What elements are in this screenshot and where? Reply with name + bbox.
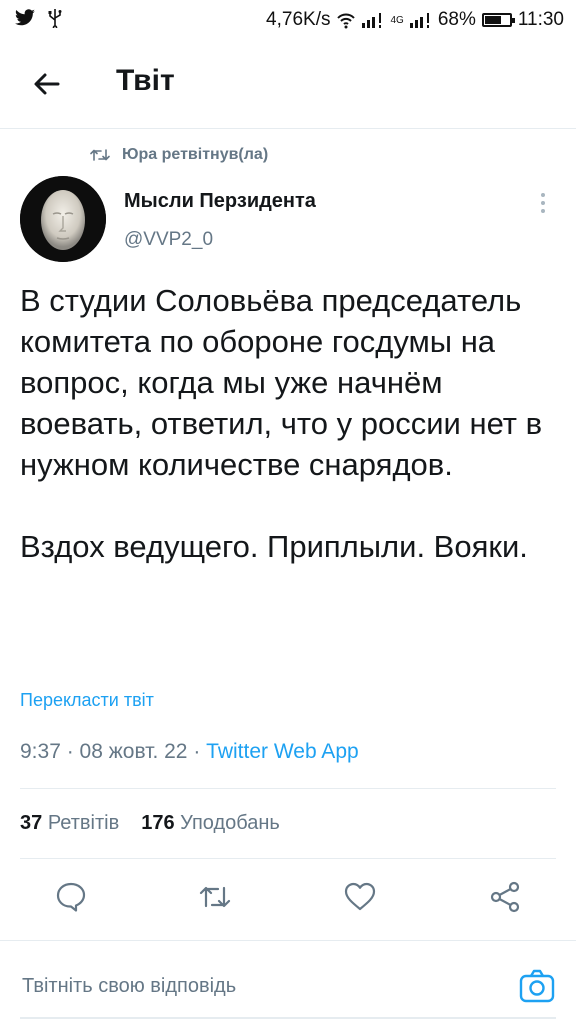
tweet-stats: 37 Ретвітів 176 Уподобань [20, 812, 280, 835]
status-right: 4,76K/s 4G 68% 11:30 [266, 9, 564, 31]
author-handle[interactable]: @VVP2_0 [124, 229, 213, 251]
likes-label: Уподобань [180, 812, 280, 834]
retweet-action-icon[interactable] [198, 880, 232, 914]
page-title: Твіт [116, 64, 175, 97]
network-type: 4G [390, 14, 404, 26]
divider [20, 788, 556, 789]
wifi-icon [337, 13, 356, 29]
like-heart-icon[interactable] [343, 880, 377, 914]
tweet-text: В студии Соловьёва председатель комитета… [20, 283, 543, 564]
retweet-icon [90, 149, 110, 161]
retweets-stat[interactable]: 37 Ретвітів [20, 812, 119, 835]
retweets-label: Ретвітів [47, 812, 120, 834]
clock: 11:30 [517, 9, 564, 30]
author-name[interactable]: Мысли Перзидента [124, 190, 316, 213]
signal-icon [362, 13, 382, 28]
battery-percent: 68% [437, 9, 476, 30]
tweet-meta: 9:37 · 08 жовт. 22 · Twitter Web App [20, 740, 359, 764]
tweet-source-link[interactable]: Twitter Web App [206, 740, 359, 763]
network-speed: 4,76K/s [266, 9, 331, 30]
avatar-mask-image [20, 176, 106, 262]
reply-composer: Твітніть свою відповідь [0, 940, 576, 1025]
status-left-icons [14, 8, 62, 28]
reply-underline [20, 1017, 556, 1019]
more-options-icon[interactable] [538, 193, 548, 215]
back-arrow-icon[interactable] [30, 67, 64, 101]
reply-icon[interactable] [54, 880, 88, 914]
retweets-count: 37 [20, 812, 43, 834]
meta-separator-2: · [187, 740, 207, 763]
reply-input[interactable]: Твітніть свою відповідь [22, 975, 236, 998]
share-icon[interactable] [488, 880, 522, 914]
status-bar: 4,76K/s 4G 68% 11:30 [0, 0, 576, 40]
tweet-actions [0, 880, 576, 920]
top-app-bar: Твіт [0, 40, 576, 129]
likes-count: 176 [141, 812, 175, 834]
tweet-time: 9:37 [20, 740, 61, 763]
usb-icon [48, 9, 62, 28]
likes-stat[interactable]: 176 Уподобань [141, 812, 280, 835]
avatar[interactable] [20, 176, 106, 262]
battery-icon [481, 13, 515, 27]
retweeted-by-label: Юра ретвітнув(ла) [122, 146, 269, 163]
divider [20, 858, 556, 859]
retweet-indicator[interactable]: Юра ретвітнув(ла) [90, 146, 268, 164]
twitter-icon [15, 9, 35, 26]
camera-icon[interactable] [518, 967, 556, 1005]
signal-icon-2 [409, 13, 429, 28]
meta-separator-1: · [60, 740, 80, 763]
translate-tweet-link[interactable]: Перекласти твіт [20, 690, 154, 711]
tweet-date: 08 жовт. 22 [79, 740, 188, 763]
